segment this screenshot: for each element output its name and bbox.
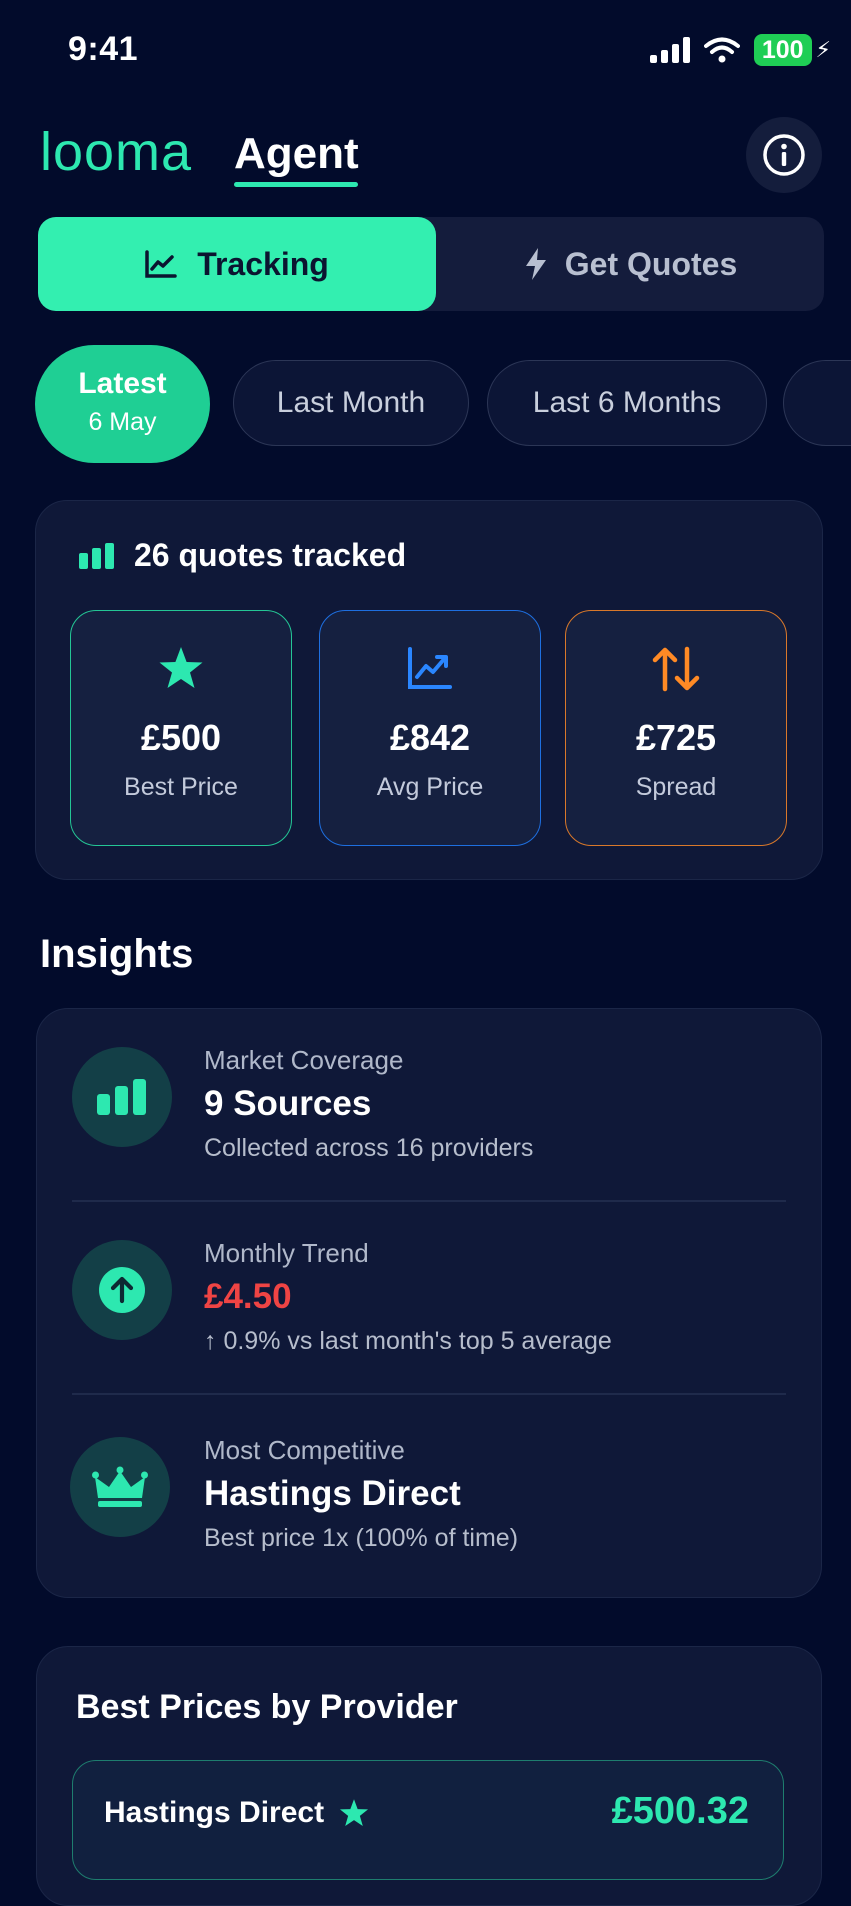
most-competitive-icon-circle — [70, 1437, 170, 1537]
avg-price-value: £842 — [389, 717, 471, 758]
insight-value: Hastings Direct — [204, 1474, 461, 1513]
status-time: 9:41 — [68, 30, 139, 68]
charging-bolt-icon: ⚡ — [815, 37, 831, 62]
title-underline — [234, 182, 358, 187]
best-price-label: Best Price — [124, 773, 238, 801]
period-chip-last-6-months[interactable]: Last 6 Months — [487, 360, 767, 446]
insight-value: £4.50 — [204, 1277, 292, 1316]
period-chip-last-month[interactable]: Last Month — [233, 360, 469, 446]
period-chip-overflow[interactable] — [783, 360, 851, 446]
info-icon — [763, 134, 805, 176]
swap-vertical-icon — [652, 646, 700, 692]
insight-market-coverage[interactable]: Market Coverage 9 Sources Collected acro… — [204, 1045, 804, 1163]
monthly-trend-icon-circle — [72, 1240, 172, 1340]
avg-price-tile[interactable]: £842 Avg Price — [319, 610, 541, 846]
insight-subtext: ↑ 0.9% vs last month's top 5 average — [204, 1327, 612, 1355]
quotes-tracked-label: 26 quotes tracked — [134, 537, 407, 573]
page-title[interactable]: Agent — [234, 128, 359, 180]
insight-label: Most Competitive — [204, 1435, 405, 1465]
best-prices-heading: Best Prices by Provider — [76, 1688, 458, 1726]
insight-subtext: Collected across 16 providers — [204, 1134, 534, 1162]
app-logo: looma — [40, 122, 193, 182]
best-price-value: £500 — [140, 717, 222, 758]
trending-chart-icon — [408, 647, 452, 689]
info-button[interactable] — [746, 117, 822, 193]
battery-indicator: 100 — [753, 34, 812, 66]
crown-icon — [92, 1466, 148, 1507]
insights-heading: Insights — [40, 932, 194, 976]
divider — [72, 1393, 786, 1395]
chip-latest-label: Latest — [78, 367, 167, 400]
market-coverage-icon-circle — [72, 1047, 172, 1147]
spread-label: Spread — [635, 773, 717, 801]
bar-chart-icon — [79, 542, 114, 569]
insight-most-competitive[interactable]: Most Competitive Hastings Direct Best pr… — [204, 1435, 804, 1553]
provider-price: £500.32 — [611, 1790, 749, 1832]
tab-tracking[interactable]: Tracking — [38, 217, 436, 311]
bar-chart-icon — [97, 1079, 146, 1115]
chart-line-icon — [145, 250, 177, 278]
cellular-signal-icon — [649, 37, 690, 63]
star-icon — [159, 647, 203, 688]
insight-label: Market Coverage — [204, 1045, 404, 1075]
insight-subtext: Best price 1x (100% of time) — [204, 1524, 519, 1552]
divider — [72, 1200, 786, 1202]
lightning-icon — [525, 248, 546, 280]
status-icons: 100 ⚡ — [649, 34, 831, 66]
avg-price-label: Avg Price — [376, 773, 484, 801]
arrow-up-circle-icon — [99, 1267, 145, 1313]
tab-tracking-label: Tracking — [197, 245, 329, 282]
quotes-tracked-row: 26 quotes tracked — [78, 537, 406, 574]
spread-value: £725 — [635, 717, 717, 758]
star-icon — [340, 1799, 369, 1827]
tab-get-quotes-label: Get Quotes — [564, 245, 738, 282]
tab-get-quotes[interactable]: Get Quotes — [436, 217, 824, 311]
provider-name: Hastings Direct — [104, 1796, 325, 1829]
chip-latest-date: 6 May — [88, 408, 157, 436]
wifi-icon — [703, 37, 740, 63]
period-chip-latest[interactable]: Latest 6 May — [35, 345, 210, 463]
insight-monthly-trend[interactable]: Monthly Trend £4.50 ↑ 0.9% vs last month… — [204, 1238, 804, 1356]
best-price-tile[interactable]: £500 Best Price — [70, 610, 292, 846]
spread-tile[interactable]: £725 Spread — [565, 610, 787, 846]
insight-value: 9 Sources — [204, 1084, 372, 1123]
provider-name-row: Hastings Direct — [104, 1796, 370, 1830]
insight-label: Monthly Trend — [204, 1238, 369, 1268]
